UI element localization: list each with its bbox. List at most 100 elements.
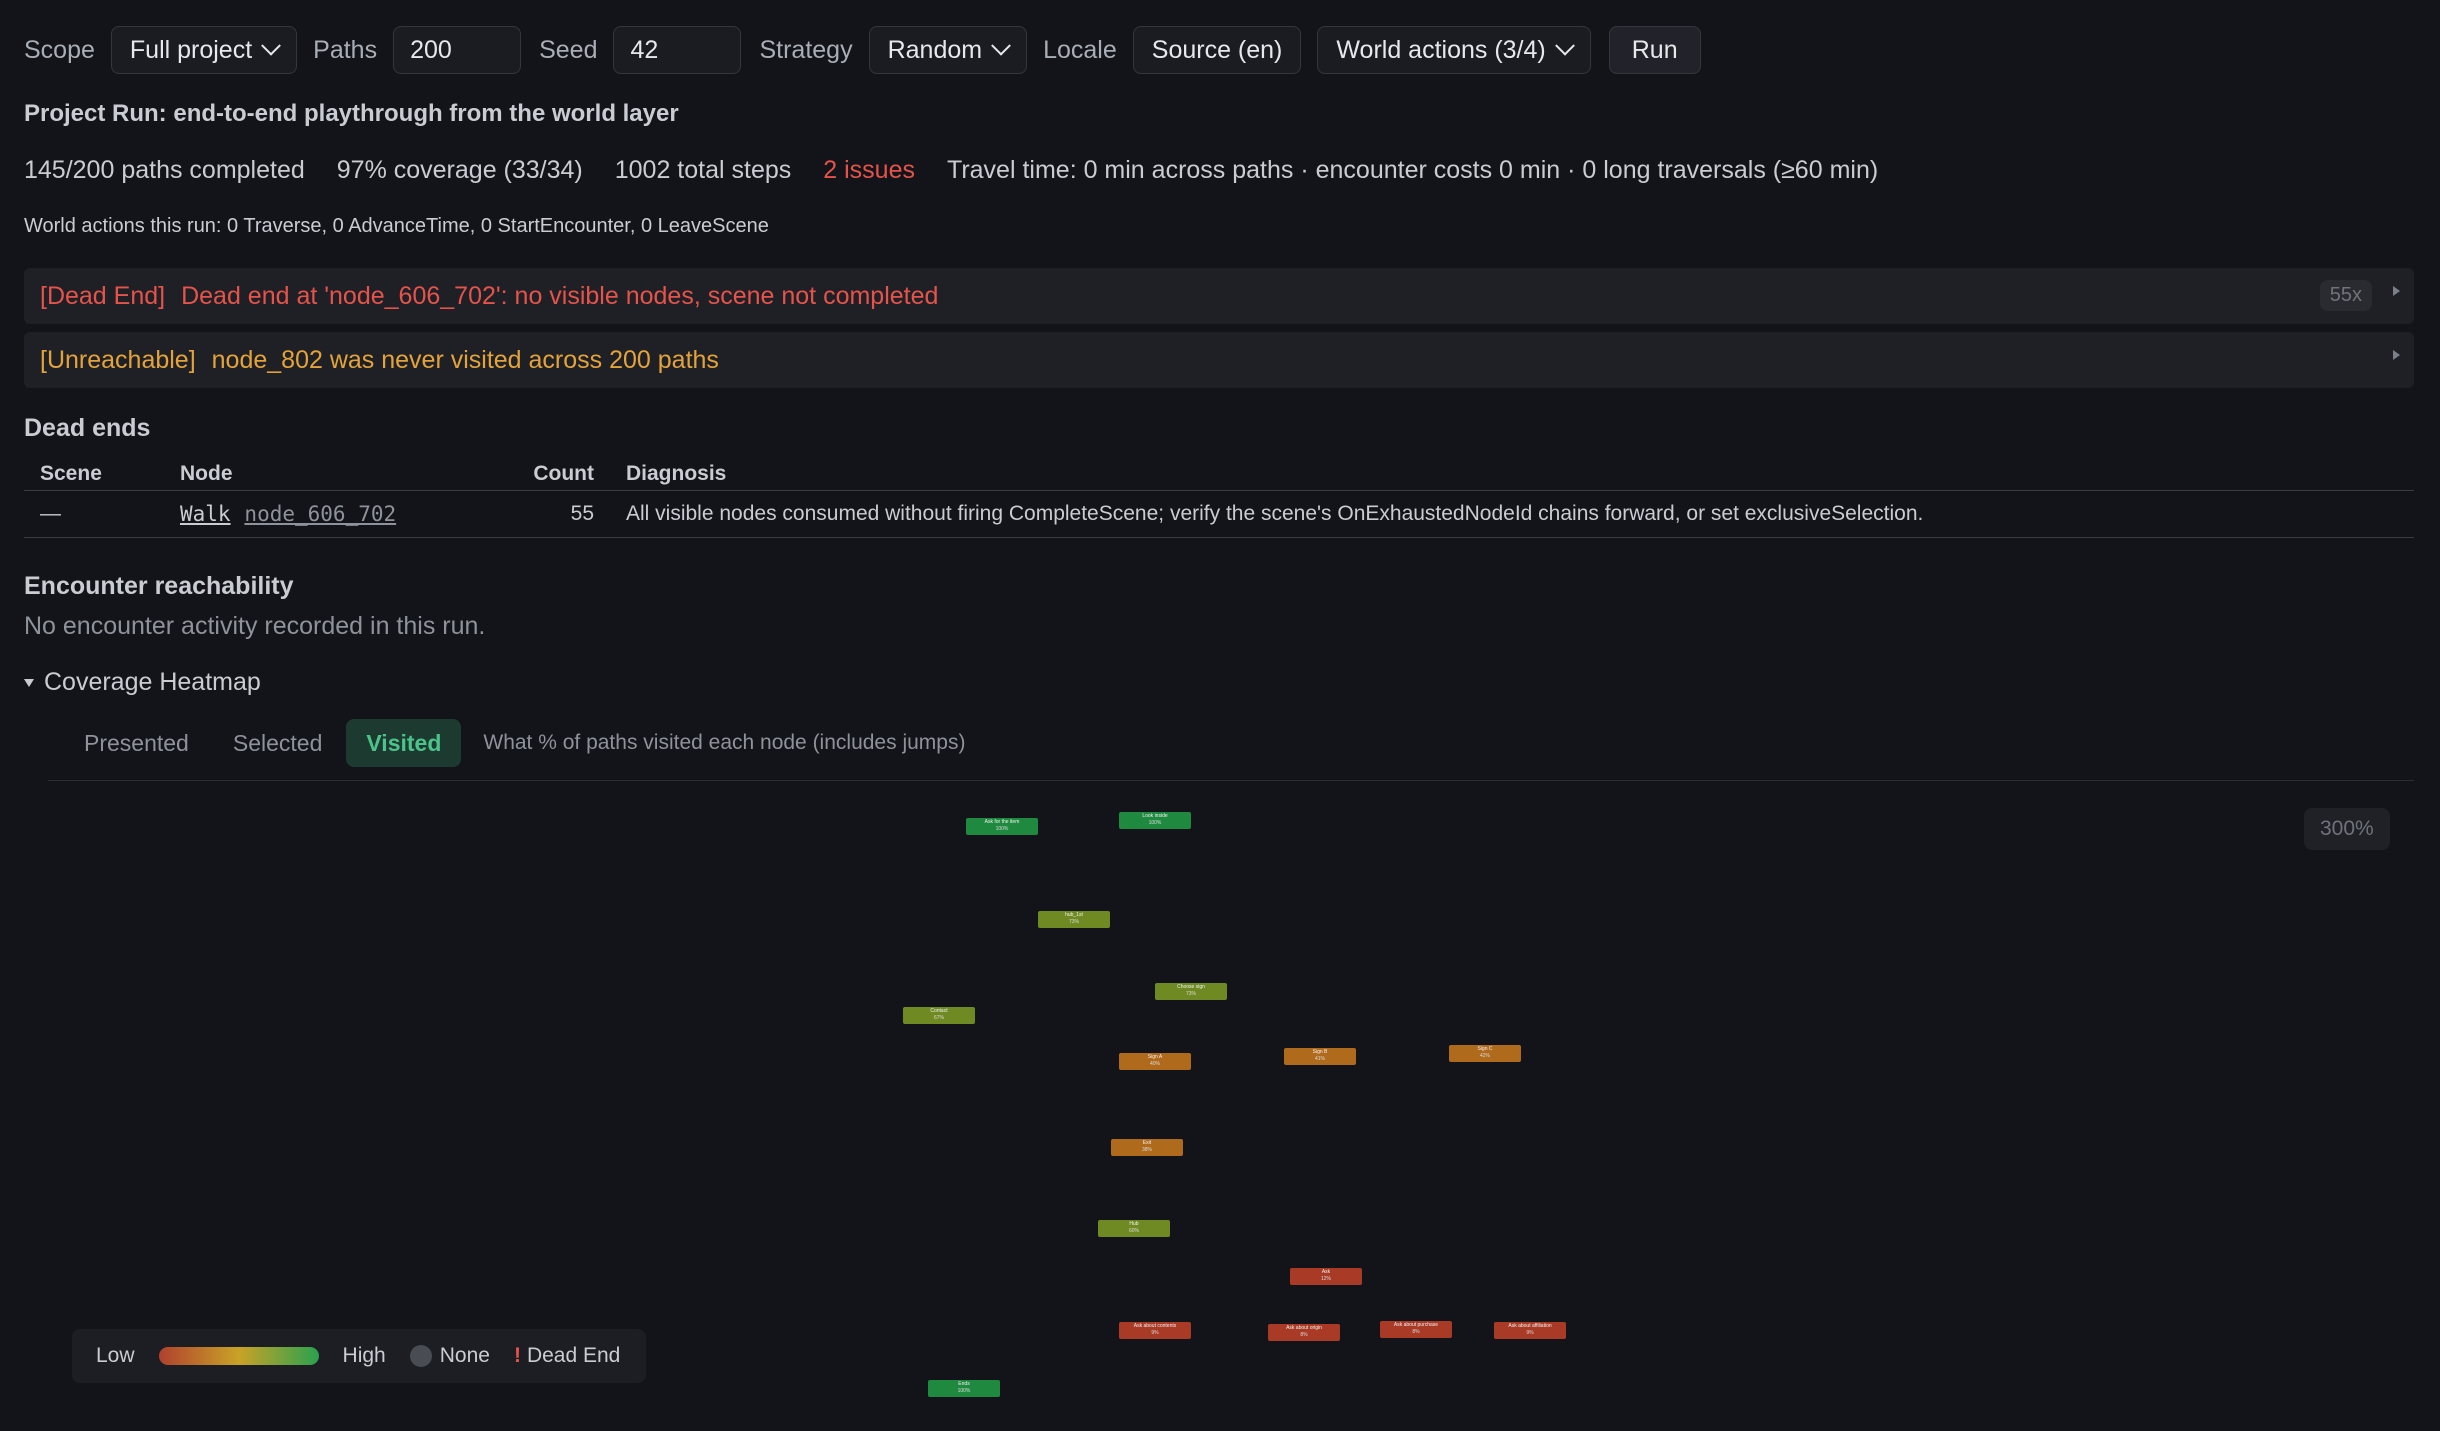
strategy-label: Strategy bbox=[759, 35, 853, 64]
node-percent: 9% bbox=[1151, 1330, 1159, 1336]
travel-time: Travel time: 0 min across paths · encoun… bbox=[946, 156, 1879, 184]
world-actions-value: World actions (3/4) bbox=[1336, 35, 1546, 64]
world-actions-summary: World actions this run: 0 Traverse, 0 Ad… bbox=[24, 215, 769, 237]
strategy-dropdown[interactable]: Random bbox=[868, 26, 1028, 74]
dead-end-icon: ! bbox=[513, 1344, 521, 1367]
tab-presented[interactable]: Presented bbox=[64, 719, 209, 767]
node-label: Ask bbox=[1321, 1269, 1331, 1275]
node-percent: 12% bbox=[1320, 1276, 1331, 1282]
diagnosis-cell: All visible nodes consumed without firin… bbox=[610, 490, 2414, 538]
unreachable-issue[interactable]: [Unreachable] node_802 was never visited… bbox=[24, 332, 2414, 388]
node-percent: 8% bbox=[1300, 1332, 1308, 1338]
graph-node[interactable]: Ask 12% bbox=[1290, 1268, 1362, 1285]
graph-node[interactable]: Sign B 41% bbox=[1284, 1048, 1356, 1065]
count-cell: 55 bbox=[516, 490, 610, 538]
graph-node[interactable]: Contact 67% bbox=[903, 1007, 975, 1024]
column-header: Diagnosis bbox=[610, 458, 2414, 491]
node-label: Choose sign bbox=[1177, 984, 1205, 990]
issues-count[interactable]: 2 issues bbox=[823, 156, 915, 185]
graph-node[interactable]: Ask for the item 100% bbox=[966, 818, 1038, 835]
locale-label: Locale bbox=[1043, 35, 1117, 64]
node-percent: 100% bbox=[995, 826, 1009, 832]
paths-label: Paths bbox=[313, 35, 378, 64]
node-label: Ask about purchase bbox=[1393, 1322, 1439, 1328]
issue-count-badge: 55x bbox=[2319, 280, 2372, 311]
legend-none: None bbox=[439, 1344, 490, 1367]
graph-node[interactable]: Ask about origin 8% bbox=[1268, 1324, 1340, 1341]
walk-link[interactable]: Walk bbox=[180, 502, 231, 526]
run-button[interactable]: Run bbox=[1608, 26, 1701, 74]
graph-node[interactable]: Sign A 40% bbox=[1119, 1053, 1191, 1070]
heatmap-heading: Coverage Heatmap bbox=[44, 668, 261, 696]
node-label: Ask for the item bbox=[984, 819, 1020, 825]
node-label: Contact bbox=[930, 1008, 948, 1014]
tab-visited[interactable]: Visited bbox=[346, 719, 462, 767]
dead-end-issue[interactable]: [Dead End] Dead end at 'node_606_702': n… bbox=[24, 268, 2414, 324]
node-label: Ask about origin bbox=[1286, 1325, 1322, 1331]
dead-ends-table: Scene Node Count Diagnosis — Walk node_6… bbox=[24, 458, 2414, 538]
seed-label: Seed bbox=[539, 35, 598, 64]
graph-node[interactable]: hub_1st 73% bbox=[1038, 911, 1110, 928]
graph-node[interactable]: Exit 38% bbox=[1111, 1139, 1183, 1156]
none-dot-icon bbox=[409, 1345, 432, 1367]
node-link[interactable]: node_606_702 bbox=[244, 502, 396, 526]
node-percent: 41% bbox=[1314, 1056, 1325, 1062]
node-percent: 73% bbox=[1185, 991, 1196, 997]
node-cell: Walk node_606_702 bbox=[164, 490, 516, 538]
expand-arrow-icon[interactable] bbox=[2393, 286, 2400, 296]
scene-cell: — bbox=[24, 490, 164, 538]
column-header: Scene bbox=[24, 458, 164, 491]
node-percent: 8% bbox=[1412, 1329, 1420, 1335]
node-label: Ends bbox=[958, 1381, 970, 1387]
world-actions-dropdown[interactable]: World actions (3/4) bbox=[1317, 26, 1591, 74]
column-header: Count bbox=[516, 458, 610, 491]
node-label: Sign C bbox=[1477, 1046, 1493, 1052]
node-percent: 73% bbox=[1068, 919, 1079, 925]
encounter-heading: Encounter reachability bbox=[24, 572, 294, 600]
node-label: Sign B bbox=[1312, 1049, 1328, 1055]
node-percent: 40% bbox=[1149, 1061, 1160, 1067]
run-stats: 145/200 paths completed 97% coverage (33… bbox=[24, 156, 1878, 185]
legend-low: Low bbox=[96, 1344, 135, 1367]
issue-message: node_802 was never visited across 200 pa… bbox=[211, 345, 719, 374]
node-percent: 100% bbox=[957, 1388, 971, 1394]
graph-node[interactable]: Hub 60% bbox=[1098, 1220, 1170, 1237]
graph-node[interactable]: Ask about purchase 8% bbox=[1380, 1321, 1452, 1338]
column-header: Node bbox=[164, 458, 516, 491]
node-percent: 9% bbox=[1526, 1330, 1534, 1336]
graph-node[interactable]: Choose sign 73% bbox=[1155, 983, 1227, 1000]
heatmap-legend: Low High None ! Dead End bbox=[72, 1329, 646, 1383]
locale-value: Source (en) bbox=[1151, 35, 1283, 64]
seed-input[interactable]: 42 bbox=[613, 26, 742, 74]
divider bbox=[48, 780, 2414, 781]
tab-selected[interactable]: Selected bbox=[213, 719, 343, 767]
encounter-empty-message: No encounter activity recorded in this r… bbox=[24, 612, 486, 640]
scope-value: Full project bbox=[129, 35, 253, 64]
zoom-level[interactable]: 300% bbox=[2304, 808, 2390, 850]
node-percent: 60% bbox=[1128, 1228, 1139, 1234]
node-label: Ask about contents bbox=[1133, 1323, 1177, 1329]
graph-node[interactable]: Ask about contents 9% bbox=[1119, 1322, 1191, 1339]
node-label: Ask about affiliation bbox=[1508, 1323, 1552, 1329]
chevron-down-icon bbox=[261, 35, 282, 56]
issue-tag: [Unreachable] bbox=[40, 345, 196, 374]
node-percent: 67% bbox=[933, 1015, 944, 1021]
run-toolbar: Scope Full project Paths 200 Seed 42 Str… bbox=[24, 26, 1701, 74]
scope-dropdown[interactable]: Full project bbox=[110, 26, 298, 74]
graph-node[interactable]: Sign C 42% bbox=[1449, 1045, 1521, 1062]
graph-node[interactable]: Ask about affiliation 9% bbox=[1494, 1322, 1566, 1339]
node-label: Exit bbox=[1142, 1140, 1152, 1146]
node-percent: 38% bbox=[1141, 1147, 1152, 1153]
caret-down-icon bbox=[24, 678, 34, 687]
legend-dead-end: Dead End bbox=[526, 1344, 621, 1367]
locale-dropdown[interactable]: Source (en) bbox=[1132, 26, 1302, 74]
paths-input[interactable]: 200 bbox=[393, 26, 522, 74]
graph-node[interactable]: Ends 100% bbox=[928, 1380, 1000, 1397]
expand-arrow-icon[interactable] bbox=[2393, 350, 2400, 360]
heatmap-toggle[interactable]: Coverage Heatmap bbox=[24, 668, 261, 697]
node-percent: 42% bbox=[1479, 1053, 1490, 1059]
node-percent: 100% bbox=[1148, 820, 1162, 826]
graph-node[interactable]: Look inside 100% bbox=[1119, 812, 1191, 829]
issue-message: Dead end at 'node_606_702': no visible n… bbox=[181, 281, 939, 310]
tab-description: What % of paths visited each node (inclu… bbox=[483, 731, 966, 754]
